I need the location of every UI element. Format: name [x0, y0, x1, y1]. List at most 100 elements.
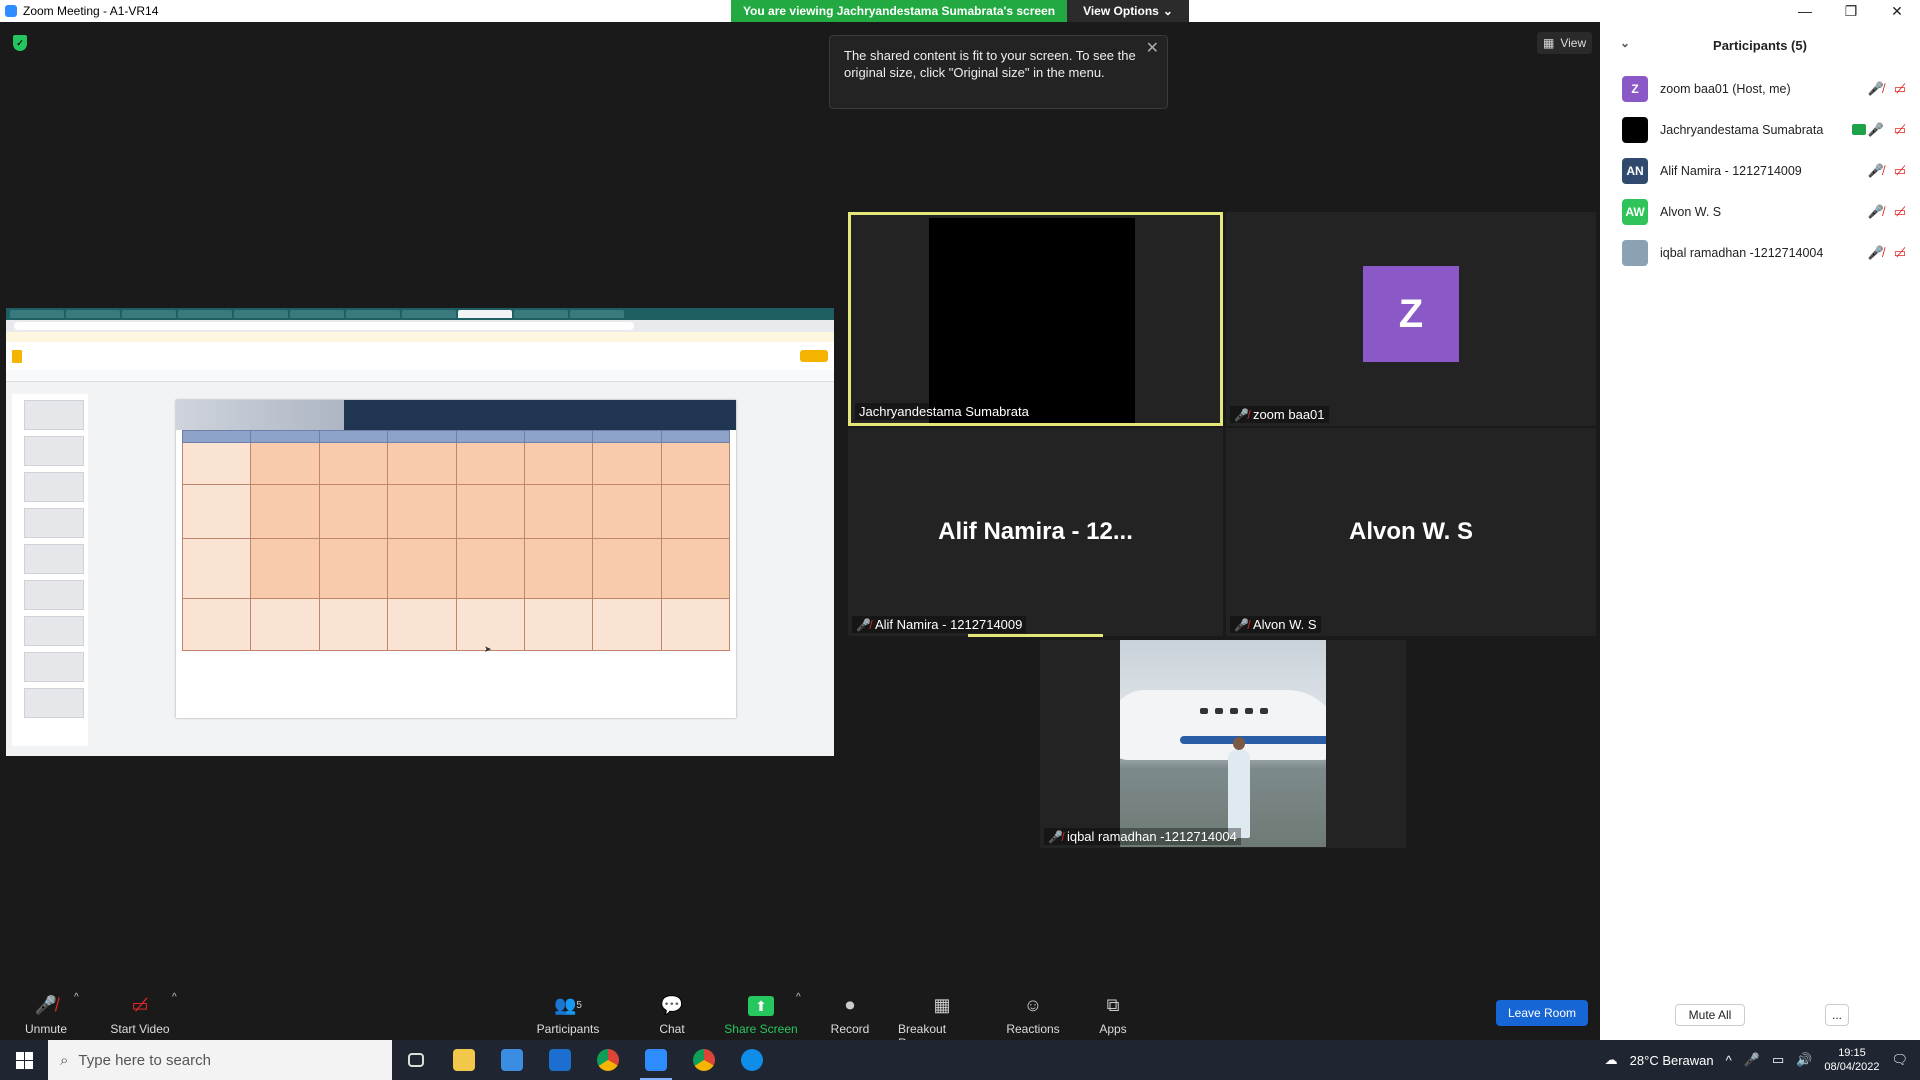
video-off-icon: ▭̸ [131, 994, 149, 1015]
mic-muted-icon: 🎤̸ [1867, 244, 1884, 260]
participant-row[interactable]: AN Alif Namira - 1212714009 🎤̸ ▭̸ [1600, 150, 1920, 191]
window-controls: — ❐ ✕ [1782, 0, 1920, 22]
zoom-taskbar-icon[interactable] [632, 1040, 680, 1080]
video-tile-zoom-baa01[interactable]: Z 🎤̸ zoom baa01 [1226, 212, 1596, 426]
search-icon: ⌕ [60, 1051, 69, 1069]
breakout-rooms-button[interactable]: ▦ Breakout Rooms [898, 984, 986, 1051]
slide: ➤ [176, 400, 736, 718]
close-button[interactable]: ✕ [1874, 0, 1920, 22]
avatar: Z [1363, 266, 1459, 362]
video-options-caret[interactable]: ^ [172, 992, 177, 1003]
more-options-button[interactable]: ... [1825, 1004, 1849, 1026]
reactions-label: Reactions [1006, 1022, 1060, 1036]
record-button[interactable]: ⏺ Record [826, 984, 874, 1037]
fit-screen-tooltip: The shared content is fit to your screen… [829, 35, 1168, 109]
video-tile-alif-namira[interactable]: Alif Namira - 12... 🎤̸ Alif Namira - 1212… [848, 428, 1223, 636]
breakout-rooms-label: Breakout Rooms [898, 1022, 947, 1050]
share-screen-icon: ⬆ [748, 996, 774, 1016]
slides-share-button [800, 350, 828, 362]
breakout-rooms-icon: ▦ [933, 994, 951, 1015]
start-video-button[interactable]: ▭̸ Start Video [104, 984, 176, 1037]
network-icon[interactable]: ▭ [1772, 1052, 1784, 1068]
video-off-icon: ▭̸ [1893, 244, 1906, 260]
minimize-button[interactable]: — [1782, 0, 1828, 22]
participant-row[interactable]: Jachryandestama Sumabrata 🎤 ▭̸ [1600, 109, 1920, 150]
mute-all-button[interactable]: Mute All [1675, 1004, 1745, 1026]
notification-icon[interactable]: 🗨 [1891, 1052, 1908, 1068]
chat-button[interactable]: 💬 Chat [650, 984, 694, 1037]
participants-footer: Mute All ... [1600, 990, 1920, 1040]
search-placeholder: Type here to search [78, 1051, 211, 1069]
record-icon: ⏺ [845, 994, 855, 1015]
mic-icon[interactable]: 🎤 [1744, 1052, 1760, 1068]
video-tile-jachryandestama[interactable]: Jachryandestama Sumabrata [848, 212, 1223, 426]
mic-muted-icon: 🎤̸ [1867, 162, 1884, 178]
windows-start-icon[interactable] [0, 1040, 48, 1080]
clock-time: 19:15 [1838, 1047, 1866, 1059]
microsoft-store-icon[interactable] [488, 1040, 536, 1080]
chevron-down-icon: ⌄ [1162, 4, 1173, 18]
slides-icon [12, 349, 22, 363]
reactions-button[interactable]: ☺ Reactions [1004, 984, 1062, 1037]
mic-muted-icon: 🎤̸ [856, 617, 871, 632]
weather-text[interactable]: 28°C Berawan [1630, 1053, 1714, 1068]
mail-icon[interactable] [536, 1040, 584, 1080]
windows-taskbar: ⌕ Type here to search ☁ 28°C Berawan ^ 🎤… [0, 1040, 1920, 1080]
tile-name: 🎤̸ Alif Namira - 1212714009 [852, 616, 1027, 633]
chevron-up-icon[interactable]: ^ [1726, 1053, 1732, 1068]
apps-icon: ⧉ [1106, 994, 1120, 1015]
share-options-caret[interactable]: ^ [796, 992, 801, 1003]
weather-icon: ☁ [1604, 1052, 1618, 1067]
unmute-button[interactable]: 🎤̸ Unmute [20, 984, 72, 1037]
viewing-screen-label: You are viewing Jachryandestama Sumabrat… [731, 0, 1067, 22]
video-tile-alvon[interactable]: Alvon W. S 🎤̸ Alvon W. S [1226, 428, 1596, 636]
tooltip-text: The shared content is fit to your screen… [844, 48, 1136, 80]
chrome-icon[interactable] [584, 1040, 632, 1080]
mic-muted-icon: 🎤̸ [1867, 80, 1884, 96]
window-title: Zoom Meeting - A1-VR14 [23, 4, 159, 18]
avatar: AW [1622, 198, 1648, 225]
restore-button[interactable]: ❐ [1828, 0, 1874, 22]
participants-button[interactable]: 👥 5 Participants [532, 984, 604, 1037]
avatar [1622, 239, 1648, 266]
close-icon[interactable]: ✕ [1146, 40, 1159, 57]
mic-muted-icon: 🎤̸ [1234, 407, 1249, 422]
volume-icon[interactable]: 🔊 [1796, 1052, 1812, 1068]
participants-header: ⌄ Participants (5) [1600, 22, 1920, 68]
clock[interactable]: 19:15 08/04/2022 [1824, 1046, 1879, 1074]
teamviewer-icon[interactable] [728, 1040, 776, 1080]
slide-canvas: ➤ [96, 394, 816, 746]
reactions-icon: ☺ [1023, 994, 1043, 1015]
video-tile-iqbal-ramadhan[interactable]: 🎤̸ iqbal ramadhan -1212714004 [1040, 640, 1406, 848]
encryption-shield-icon[interactable]: ✓ [13, 35, 27, 51]
apps-button[interactable]: ⧉ Apps [1096, 984, 1130, 1037]
share-screen-label: Share Screen [724, 1022, 798, 1036]
shared-screen: ➤ [6, 308, 834, 756]
share-screen-button[interactable]: ⬆ Share Screen [724, 984, 798, 1036]
tile-name: 🎤̸ zoom baa01 [1230, 406, 1329, 423]
participant-name: Alif Namira - 1212714009 [1660, 163, 1802, 178]
collapse-chevron-icon[interactable]: ⌄ [1620, 36, 1630, 50]
task-view-icon[interactable] [392, 1040, 440, 1080]
view-options-button[interactable]: View Options ⌄ [1067, 0, 1189, 22]
participants-label: Participants [536, 1022, 600, 1036]
participant-row[interactable]: Z zoom baa01 (Host, me) 🎤̸ ▭̸ [1600, 68, 1920, 109]
participant-name: zoom baa01 (Host, me) [1660, 81, 1791, 96]
view-button-label: View [1560, 36, 1587, 50]
apps-label: Apps [1099, 1022, 1127, 1036]
avatar: AN [1622, 157, 1648, 184]
leave-room-button[interactable]: Leave Room [1496, 1000, 1588, 1026]
mic-icon: 🎤 [1867, 121, 1884, 137]
participant-row[interactable]: AW Alvon W. S 🎤̸ ▭̸ [1600, 191, 1920, 232]
participant-name: Alvon W. S [1660, 204, 1722, 219]
chrome-profile-icon[interactable] [680, 1040, 728, 1080]
tile-name: 🎤̸ iqbal ramadhan -1212714004 [1044, 828, 1241, 845]
file-explorer-icon[interactable] [440, 1040, 488, 1080]
taskbar-search[interactable]: ⌕ Type here to search [48, 1040, 392, 1080]
avatar [1622, 116, 1648, 143]
view-options-label: View Options [1083, 4, 1159, 18]
audio-options-caret[interactable]: ^ [74, 992, 79, 1003]
participant-row[interactable]: iqbal ramadhan -1212714004 🎤̸ ▭̸ [1600, 232, 1920, 273]
participant-display-name: Alif Namira - 12... [938, 518, 1133, 545]
view-button[interactable]: ▦ View [1537, 32, 1593, 54]
